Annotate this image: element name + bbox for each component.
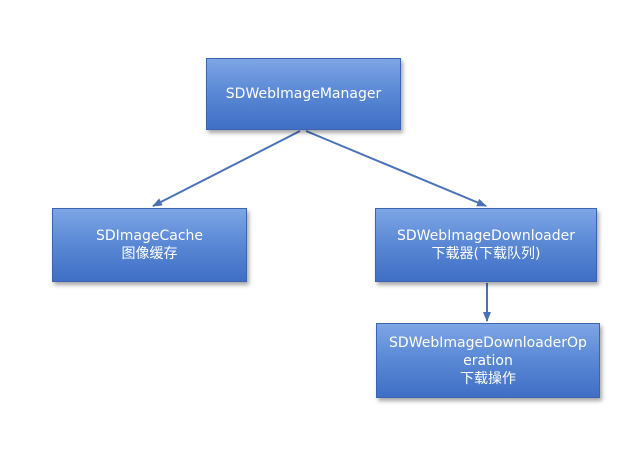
node-operation-label-part1: SDWebImageDownloaderOp xyxy=(389,334,587,351)
node-sdimage-cache: SDImageCache 图像缓存 xyxy=(52,208,247,282)
node-sdwebimage-downloader-operation: SDWebImageDownloaderOp eration 下载操作 xyxy=(376,323,600,398)
edge-manager-to-cache xyxy=(152,130,301,207)
node-operation-sublabel: 下载操作 xyxy=(460,370,516,387)
node-cache-sublabel: 图像缓存 xyxy=(121,246,178,262)
node-sdwebimage-downloader: SDWebImageDownloader 下载器(下载队列) xyxy=(375,208,597,282)
node-operation-label-part2: eration xyxy=(463,352,513,369)
edge-manager-to-downloader xyxy=(305,130,487,207)
node-downloader-label: SDWebImageDownloader xyxy=(397,228,575,244)
diagram-canvas: SDWebImageManager SDImageCache 图像缓存 SDWe… xyxy=(0,0,631,454)
node-manager-label: SDWebImageManager xyxy=(225,86,382,102)
node-downloader-sublabel: 下载器(下载队列) xyxy=(431,246,541,262)
node-cache-label: SDImageCache xyxy=(95,228,204,244)
node-sdwebimage-manager: SDWebImageManager xyxy=(206,58,401,130)
